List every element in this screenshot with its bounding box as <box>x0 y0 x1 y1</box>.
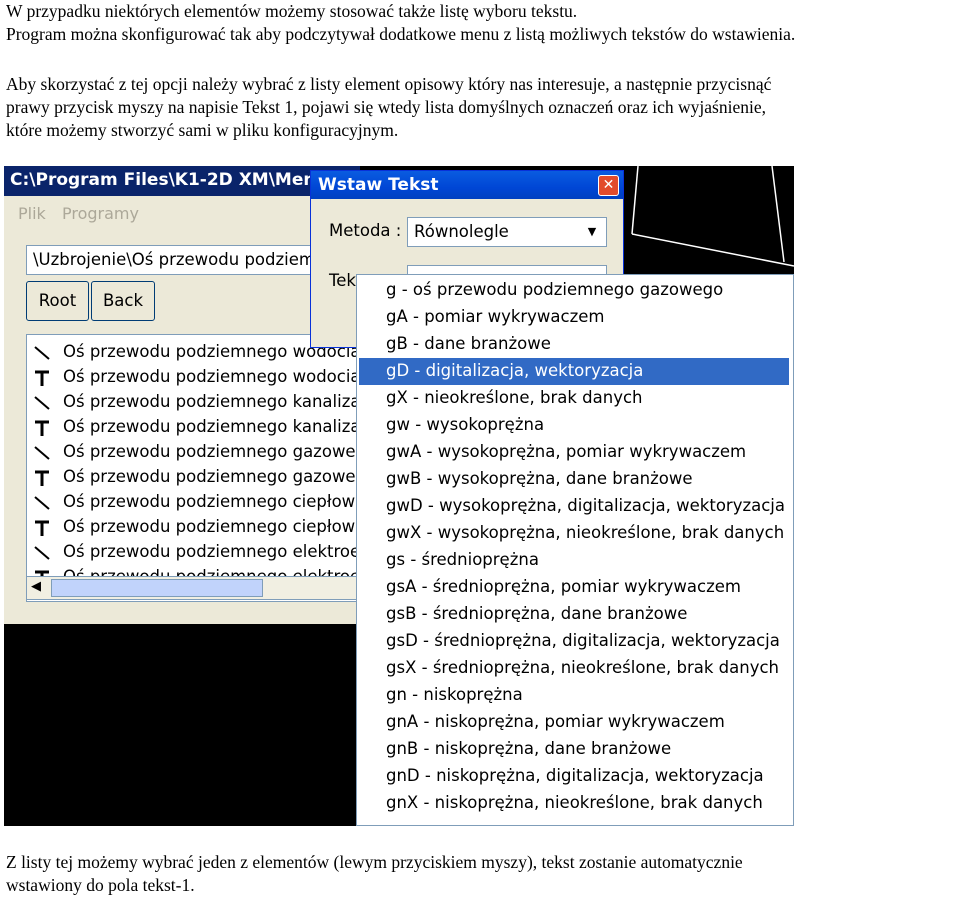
menu-programy[interactable]: Programy <box>62 204 139 223</box>
list-item[interactable]: Oś przewodu podziemnego elektroenergetyc… <box>27 541 360 566</box>
dropdown-option-label: gX - nieokreślone, brak danych <box>386 388 643 407</box>
dropdown-option[interactable]: gA - pomiar wykrywaczem <box>359 304 789 331</box>
dropdown-option[interactable]: gs - średnioprężna <box>359 547 789 574</box>
text-options-dropdown: g - oś przewodu podziemnego gazowego gA -… <box>356 274 794 826</box>
list-item[interactable]: Oś przewodu podziemnego wodociągowego <box>27 366 359 391</box>
menu-window-title: C:\Program Files\K1-2D XM\Menu <box>10 170 328 190</box>
text-icon <box>33 368 51 388</box>
dropdown-option[interactable]: gnX - niskoprężna, nieokreślone, brak da… <box>359 790 789 817</box>
dialog-title: Wstaw Tekst <box>318 175 439 195</box>
dropdown-option-label: gnD - niskoprężna, digitalizacja, wektor… <box>386 766 764 785</box>
instruction-line-1: Aby skorzystać z tej opcji należy wybrać… <box>6 74 772 94</box>
dropdown-option[interactable]: gwD - wysokoprężna, digitalizacja, wekto… <box>359 493 789 520</box>
dropdown-option[interactable]: gn - niskoprężna <box>359 682 789 709</box>
text-icon <box>33 468 51 488</box>
list-item[interactable]: Oś przewodu podziemnego gazowego <box>27 466 360 491</box>
line-icon <box>33 343 51 363</box>
chevron-down-icon[interactable]: ▼ <box>580 220 604 244</box>
intro-line-1: W przypadku niektórych elementów możemy … <box>6 1 578 21</box>
list-item-label: Oś przewodu podziemnego gazowego <box>63 467 360 486</box>
dropdown-option-label: gn - niskoprężna <box>386 685 523 704</box>
horizontal-scrollbar[interactable]: ◀ <box>26 576 360 600</box>
dropdown-option-label: gwB - wysokoprężna, dane branżowe <box>386 469 693 488</box>
instruction-paragraph: Aby skorzystać z tej opcji należy wybrać… <box>6 73 771 142</box>
dropdown-option[interactable]: gB - dane branżowe <box>359 331 789 358</box>
closing-paragraph: Z listy tej możemy wybrać jeden z elemen… <box>6 851 743 897</box>
intro-line-2: Program można skonfigurować tak aby podc… <box>6 24 796 44</box>
dropdown-option-label: gnA - niskoprężna, pomiar wykrywaczem <box>386 712 725 731</box>
dropdown-option[interactable]: gsX - średnioprężna, nieokreślone, brak … <box>359 655 789 682</box>
text-icon <box>33 418 51 438</box>
menu-plik[interactable]: Plik <box>18 204 46 223</box>
intro-paragraph: W przypadku niektórych elementów możemy … <box>6 0 795 46</box>
list-item-label: Oś przewodu podziemnego ciepłowniczego <box>63 517 359 536</box>
list-item[interactable]: Oś przewodu podziemnego kanalizacyjnego <box>27 391 359 416</box>
menu-window-titlebar: C:\Program Files\K1-2D XM\Menu <box>4 166 360 196</box>
list-item[interactable]: Oś przewodu podziemnego ciepłowniczego <box>27 516 359 541</box>
metoda-select[interactable]: Równolegle ▼ <box>407 217 607 247</box>
line-icon <box>33 543 51 563</box>
line-icon <box>33 443 51 463</box>
dropdown-option[interactable]: gsA - średnioprężna, pomiar wykrywaczem <box>359 574 789 601</box>
element-list: Oś przewodu podziemnego wodociągowego Oś … <box>26 334 360 602</box>
dropdown-option[interactable]: gnB - niskoprężna, dane branżowe <box>359 736 789 763</box>
closing-line-2: wstawiony do pola tekst-1. <box>6 875 195 895</box>
dropdown-option[interactable]: gsB - średnioprężna, dane branżowe <box>359 601 789 628</box>
list-item-label: Oś przewodu podziemnego gazowego <box>63 442 360 461</box>
dropdown-option-label: gsD - średnioprężna, digitalizacja, wekt… <box>386 631 780 650</box>
metoda-label: Metoda : <box>329 221 402 240</box>
dropdown-option[interactable]: gwA - wysokoprężna, pomiar wykrywaczem <box>359 439 789 466</box>
dropdown-option-label: gD - digitalizacja, wektoryzacja <box>386 361 644 380</box>
scroll-left-icon[interactable]: ◀ <box>31 579 41 594</box>
list-item-label: Oś przewodu podziemnego kanalizacyjnego <box>63 392 359 411</box>
dropdown-option-label: gwA - wysokoprężna, pomiar wykrywaczem <box>386 442 747 461</box>
line-icon <box>33 393 51 413</box>
instruction-line-2: prawy przycisk myszy na napisie Tekst 1,… <box>6 97 766 117</box>
dropdown-option[interactable]: gwX - wysokoprężna, nieokreślone, brak d… <box>359 520 789 547</box>
dropdown-option[interactable]: gnA - niskoprężna, pomiar wykrywaczem <box>359 709 789 736</box>
dialog-titlebar: Wstaw Tekst ✕ <box>311 171 623 199</box>
dropdown-option[interactable]: gsD - średnioprężna, digitalizacja, wekt… <box>359 628 789 655</box>
closing-line-1: Z listy tej możemy wybrać jeden z elemen… <box>6 852 743 872</box>
dropdown-option[interactable]: gX - nieokreślone, brak danych <box>359 385 789 412</box>
metoda-value: Równolegle <box>414 222 509 241</box>
list-item[interactable]: Oś przewodu podziemnego kanalizacyjnego <box>27 416 359 441</box>
list-item[interactable]: Oś przewodu podziemnego gazowego <box>27 441 360 466</box>
cad-drawing <box>631 166 794 267</box>
back-button[interactable]: Back <box>91 281 155 321</box>
instruction-line-3: które możemy stworzyć sami w pliku konfi… <box>6 120 399 140</box>
list-item-label: Oś przewodu podziemnego kanalizacyjnego <box>63 417 359 436</box>
dropdown-option[interactable]: gwB - wysokoprężna, dane branżowe <box>359 466 789 493</box>
dropdown-option-label: gsX - średnioprężna, nieokreślone, brak … <box>386 658 780 677</box>
menu-bar: Plik Programy <box>4 196 360 223</box>
dropdown-option[interactable]: gw - wysokoprężna <box>359 412 789 439</box>
dropdown-option-label: g - oś przewodu podziemnego gazowego <box>386 280 724 299</box>
list-item-label: Oś przewodu podziemnego elektroenergetyc… <box>63 542 360 561</box>
list-item-label: Oś przewodu podziemnego ciepłowniczego <box>63 492 359 511</box>
list-item[interactable]: Oś przewodu podziemnego ciepłowniczego <box>27 491 359 516</box>
dropdown-option-label: gsA - średnioprężna, pomiar wykrywaczem <box>386 577 741 596</box>
path-field[interactable]: \Uzbrojenie\Oś przewodu podziemne <box>26 245 356 275</box>
root-button[interactable]: Root <box>26 281 89 321</box>
dropdown-option-label: gnX - niskoprężna, nieokreślone, brak da… <box>386 793 763 812</box>
close-icon[interactable]: ✕ <box>598 175 619 196</box>
dropdown-option-label: gA - pomiar wykrywaczem <box>386 307 605 326</box>
dropdown-option[interactable]: gnD - niskoprężna, digitalizacja, wektor… <box>359 763 789 790</box>
dropdown-option-label: gsB - średnioprężna, dane branżowe <box>386 604 688 623</box>
dropdown-option-label: gnB - niskoprężna, dane branżowe <box>386 739 672 758</box>
dropdown-option-label: gwD - wysokoprężna, digitalizacja, wekto… <box>386 496 786 515</box>
menu-window: C:\Program Files\K1-2D XM\Menu Plik Prog… <box>4 166 360 624</box>
dropdown-option-label: gB - dane branżowe <box>386 334 551 353</box>
dropdown-option[interactable]: g - oś przewodu podziemnego gazowego <box>359 277 789 304</box>
list-item-label: Oś przewodu podziemnego wodociągowego <box>63 367 359 386</box>
dropdown-option-label: gw - wysokoprężna <box>386 415 545 434</box>
dropdown-option-label: gs - średnioprężna <box>386 550 539 569</box>
screenshot: C:\Program Files\K1-2D XM\Menu Plik Prog… <box>4 166 794 826</box>
dropdown-option-label: gwX - wysokoprężna, nieokreślone, brak d… <box>386 523 785 542</box>
line-icon <box>33 493 51 513</box>
scrollbar-thumb[interactable] <box>51 579 263 597</box>
text-icon <box>33 518 51 538</box>
path-value: \Uzbrojenie\Oś przewodu podziemne <box>33 250 336 269</box>
dropdown-option[interactable]: gD - digitalizacja, wektoryzacja <box>359 358 789 385</box>
